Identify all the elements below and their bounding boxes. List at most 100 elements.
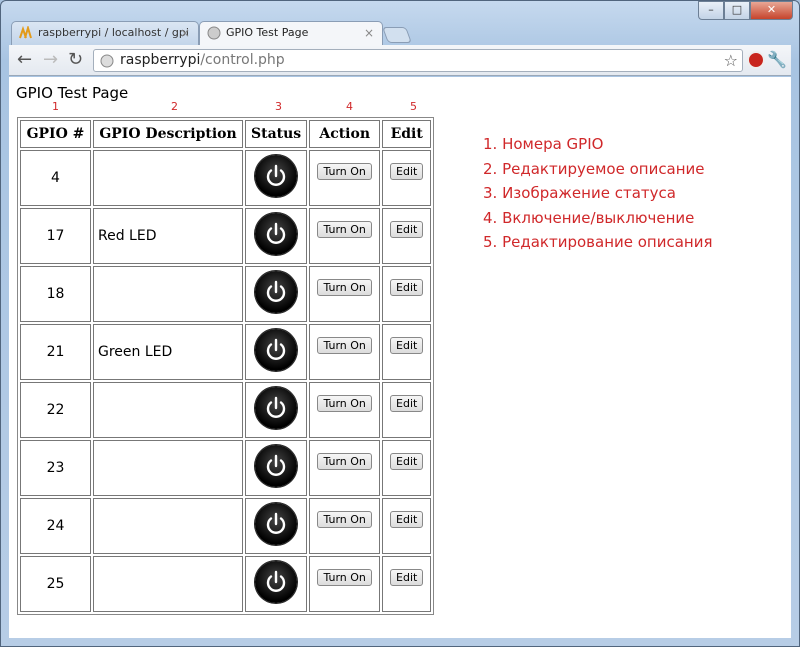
minimize-button[interactable]: – [698,1,724,20]
table-row: 24 Turn On Edit [20,498,432,554]
edit-button[interactable]: Edit [390,221,424,238]
header-edit: Edit [382,120,432,148]
annotation-list: 1. Номера GPIO 2. Редактируемое описание… [483,132,713,255]
power-icon [255,329,298,371]
gpio-number: 4 [20,150,91,206]
annotation-item: 3. Изображение статуса [483,184,676,202]
gpio-number: 21 [20,324,91,380]
action-cell: Turn On [309,498,381,554]
gpio-description [93,498,243,554]
action-cell: Turn On [309,556,381,612]
turn-on-button[interactable]: Turn On [317,279,372,296]
edit-cell: Edit [382,266,432,322]
maximize-button[interactable]: □ [724,1,750,20]
annotation-item: 2. Редактируемое описание [483,159,705,178]
star-icon[interactable]: ☆ [724,50,738,71]
edit-cell: Edit [382,150,432,206]
table-row: 21 Green LED Turn On Edit [20,324,432,380]
gpio-number: 18 [20,266,91,322]
action-cell: Turn On [309,208,381,264]
status-cell [245,556,308,612]
turn-on-button[interactable]: Turn On [317,511,372,528]
close-tab-icon[interactable]: × [180,22,190,44]
close-tab-icon[interactable]: × [364,22,374,44]
power-icon [255,213,298,255]
table-row: 18 Turn On Edit [20,266,432,322]
header-action: Action [309,120,381,148]
turn-on-button[interactable]: Turn On [317,569,372,586]
gpio-table: GPIO # GPIO Description Status Action Ed… [17,117,435,615]
power-icon [255,561,298,603]
close-window-button[interactable]: ✕ [750,1,793,20]
tab-title: GPIO Test Page [226,26,309,39]
address-bar[interactable]: raspberrypi/control.php ☆ [93,49,743,72]
column-number: 5 [410,100,417,113]
edit-cell: Edit [382,440,432,496]
tab-gpio-test-page[interactable]: GPIO Test Page × [199,21,383,45]
new-tab-button[interactable] [382,27,412,43]
header-gpio: GPIO # [20,120,91,148]
power-icon [255,155,298,197]
turn-on-button[interactable]: Turn On [317,221,372,238]
annotation-item: 1. Номера GPIO [483,135,604,153]
power-icon [255,503,298,545]
edit-button[interactable]: Edit [390,453,424,470]
edit-button[interactable]: Edit [390,279,424,296]
status-cell [245,150,308,206]
edit-cell: Edit [382,324,432,380]
globe-icon [100,54,114,68]
gpio-description [93,150,243,206]
reload-icon[interactable]: ↻ [68,50,83,70]
tab-title: raspberrypi / localhost / gpi [38,26,189,39]
edit-button[interactable]: Edit [390,511,424,528]
edit-button[interactable]: Edit [390,569,424,586]
page-content: GPIO Test Page 1 2 3 4 5 GPIO # GPIO Des… [9,77,791,638]
turn-on-button[interactable]: Turn On [317,163,372,180]
status-cell [245,324,308,380]
status-cell [245,266,308,322]
turn-on-button[interactable]: Turn On [317,395,372,412]
table-row: 17 Red LED Turn On Edit [20,208,432,264]
back-icon[interactable]: ← [17,50,32,70]
edit-cell: Edit [382,382,432,438]
annotation-item: 5. Редактирование описания [483,233,713,251]
power-icon [255,271,298,313]
gpio-description: Red LED [93,208,243,264]
column-number: 1 [52,100,59,113]
gpio-description [93,266,243,322]
tab-phpmyadmin[interactable]: raspberrypi / localhost / gpi × [11,21,199,45]
power-icon [255,387,298,429]
status-cell [245,382,308,438]
gpio-number: 22 [20,382,91,438]
gpio-number: 25 [20,556,91,612]
adblock-icon[interactable] [747,51,765,69]
wrench-icon[interactable]: 🔧 [767,50,787,70]
power-icon [255,445,298,487]
gpio-description [93,440,243,496]
globe-icon [207,26,221,40]
status-cell [245,498,308,554]
turn-on-button[interactable]: Turn On [317,337,372,354]
toolbar: ← → ↻ raspberrypi/control.php ☆ 🔧 [9,45,791,76]
column-number: 3 [275,100,282,113]
edit-cell: Edit [382,556,432,612]
turn-on-button[interactable]: Turn On [317,453,372,470]
gpio-description: Green LED [93,324,243,380]
edit-button[interactable]: Edit [390,337,424,354]
action-cell: Turn On [309,150,381,206]
pma-icon [19,24,33,40]
action-cell: Turn On [309,382,381,438]
edit-cell: Edit [382,208,432,264]
table-row: 23 Turn On Edit [20,440,432,496]
edit-button[interactable]: Edit [390,163,424,180]
browser-window: – □ ✕ raspberrypi / localhost / gpi × GP… [0,0,800,647]
annotation-item: 4. Включение/выключение [483,208,695,227]
action-cell: Turn On [309,266,381,322]
table-row: 25 Turn On Edit [20,556,432,612]
url-host: raspberrypi [120,52,201,68]
forward-icon[interactable]: → [43,50,58,70]
gpio-number: 17 [20,208,91,264]
edit-button[interactable]: Edit [390,395,424,412]
header-description: GPIO Description [93,120,243,148]
status-cell [245,440,308,496]
